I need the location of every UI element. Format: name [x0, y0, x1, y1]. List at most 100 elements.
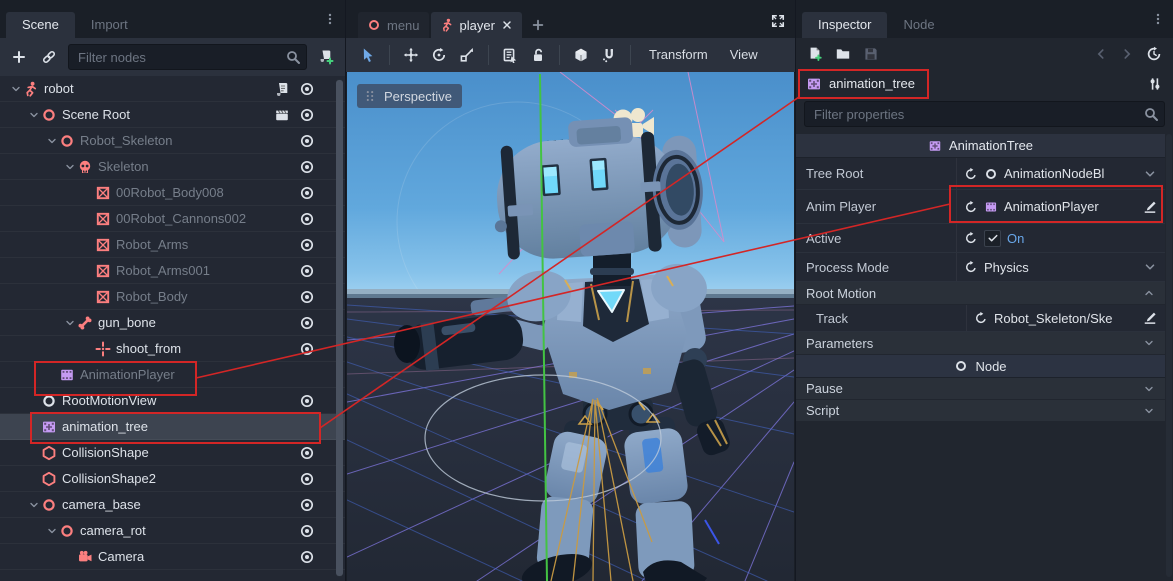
eye-icon[interactable]: [299, 263, 315, 279]
move-tool-button[interactable]: [397, 43, 425, 67]
revert-icon[interactable]: [964, 200, 978, 214]
pencil-icon[interactable]: [1143, 311, 1157, 325]
load-resource-icon[interactable]: [835, 46, 851, 62]
section-root-motion[interactable]: Root Motion: [796, 282, 1165, 305]
pencil-icon[interactable]: [1143, 200, 1157, 214]
rotate-tool-button[interactable]: [425, 43, 453, 67]
extra-tools-icon[interactable]: [1147, 76, 1163, 92]
eye-icon[interactable]: [299, 471, 315, 487]
list-select-tool-button[interactable]: [496, 43, 524, 67]
revert-icon[interactable]: [964, 231, 978, 245]
tree-node-animation-tree[interactable]: animation_tree: [0, 414, 345, 440]
tree-node-robot-arms[interactable]: Robot_Arms: [0, 232, 345, 258]
eye-icon[interactable]: [299, 445, 315, 461]
expand-icon[interactable]: [64, 161, 76, 173]
tree-node-camera-rot[interactable]: camera_rot: [0, 518, 345, 544]
property-value[interactable]: AnimationPlayer: [1004, 199, 1099, 214]
eye-icon[interactable]: [299, 81, 315, 97]
expand-icon[interactable]: [28, 109, 40, 121]
tree-node-robot-body[interactable]: Robot_Body: [0, 284, 345, 310]
view-gizmo-tool-button[interactable]: [567, 43, 595, 67]
chevron-down-icon[interactable]: [1143, 167, 1157, 181]
revert-icon[interactable]: [974, 311, 988, 325]
menu-transform[interactable]: Transform: [638, 43, 719, 67]
snap-tool-button[interactable]: [595, 43, 623, 67]
expand-icon[interactable]: [46, 135, 58, 147]
tab-import[interactable]: Import: [75, 12, 144, 38]
tab-node[interactable]: Node: [887, 12, 950, 38]
class-header-animationtree[interactable]: AnimationTree: [796, 134, 1165, 158]
revert-icon[interactable]: [964, 260, 978, 274]
tree-node-camera-base[interactable]: camera_base: [0, 492, 345, 518]
filter-nodes-input[interactable]: [68, 44, 307, 70]
expand-icon[interactable]: [28, 499, 40, 511]
section-script[interactable]: Script: [796, 400, 1165, 422]
expand-icon[interactable]: [46, 525, 58, 537]
tree-node-00robot-cannons002[interactable]: 00Robot_Cannons002: [0, 206, 345, 232]
eye-icon[interactable]: [299, 211, 315, 227]
scene-tab-player[interactable]: player: [431, 12, 522, 38]
instance-scene-button[interactable]: [38, 46, 60, 68]
tree-node-shoot-from[interactable]: shoot_from: [0, 336, 345, 362]
tab-inspector[interactable]: Inspector: [802, 12, 887, 38]
scene-dock-menu-icon[interactable]: [323, 12, 337, 26]
eye-icon[interactable]: [299, 237, 315, 253]
new-resource-icon[interactable]: [807, 46, 823, 62]
tree-node-rootmotionview[interactable]: RootMotionView: [0, 388, 345, 414]
tree-node-collisionshape2[interactable]: CollisionShape2: [0, 466, 345, 492]
tree-node-scene-root[interactable]: Scene Root: [0, 102, 345, 128]
close-tab-icon[interactable]: [501, 19, 513, 31]
scale-tool-button[interactable]: [453, 43, 481, 67]
eye-icon[interactable]: [299, 107, 315, 123]
clapper-icon[interactable]: [274, 107, 290, 123]
chevron-down-icon[interactable]: [1143, 260, 1157, 274]
inspector-dock-menu-icon[interactable]: [1151, 12, 1165, 26]
inspector-scrollbar[interactable]: [1166, 134, 1172, 577]
perspective-button[interactable]: Perspective: [357, 84, 462, 108]
expand-icon[interactable]: [64, 317, 76, 329]
section-pause[interactable]: Pause: [796, 378, 1165, 400]
script-icon[interactable]: [274, 81, 290, 97]
history-icon[interactable]: [1146, 46, 1162, 62]
history-back-icon[interactable]: [1094, 47, 1108, 61]
attach-script-button[interactable]: [315, 46, 337, 68]
tree-node-animationplayer[interactable]: AnimationPlayer: [0, 362, 345, 388]
eye-icon[interactable]: [299, 185, 315, 201]
tree-node-robot[interactable]: robot: [0, 76, 345, 102]
eye-icon[interactable]: [299, 289, 315, 305]
revert-icon[interactable]: [964, 167, 978, 181]
property-value[interactable]: On: [1007, 231, 1024, 246]
section-parameters[interactable]: Parameters: [796, 332, 1165, 355]
tree-node-skeleton[interactable]: Skeleton: [0, 154, 345, 180]
menu-view[interactable]: View: [719, 43, 769, 67]
eye-icon[interactable]: [299, 393, 315, 409]
property-value[interactable]: Physics: [984, 260, 1029, 275]
history-forward-icon[interactable]: [1120, 47, 1134, 61]
checkbox[interactable]: [984, 230, 1001, 247]
select-tool-button[interactable]: [354, 43, 382, 67]
eye-icon[interactable]: [299, 315, 315, 331]
distraction-free-icon[interactable]: [771, 14, 785, 28]
property-value[interactable]: AnimationNodeBl: [1004, 166, 1104, 181]
eye-icon[interactable]: [299, 341, 315, 357]
expand-icon[interactable]: [10, 83, 22, 95]
tree-node-00robot-body008[interactable]: 00Robot_Body008: [0, 180, 345, 206]
tree-node-collisionshape[interactable]: CollisionShape: [0, 440, 345, 466]
eye-icon[interactable]: [299, 159, 315, 175]
scene-tab-menu[interactable]: menu: [358, 12, 429, 38]
tree-node-camera[interactable]: Camera: [0, 544, 345, 570]
eye-icon[interactable]: [299, 523, 315, 539]
eye-icon[interactable]: [299, 497, 315, 513]
tab-scene[interactable]: Scene: [6, 12, 75, 38]
lock-tool-button[interactable]: [524, 43, 552, 67]
property-value[interactable]: Robot_Skeleton/Ske: [994, 311, 1113, 326]
new-scene-tab-button[interactable]: [524, 12, 552, 38]
tree-node-robot-skeleton[interactable]: Robot_Skeleton: [0, 128, 345, 154]
tree-node-robot-arms001[interactable]: Robot_Arms001: [0, 258, 345, 284]
3d-viewport[interactable]: Perspective: [347, 72, 794, 581]
save-resource-icon[interactable]: [863, 46, 879, 62]
filter-properties-input[interactable]: [804, 101, 1165, 127]
scene-tree-scrollbar[interactable]: [336, 79, 343, 577]
tree-node-gun-bone[interactable]: gun_bone: [0, 310, 345, 336]
add-node-button[interactable]: [8, 46, 30, 68]
